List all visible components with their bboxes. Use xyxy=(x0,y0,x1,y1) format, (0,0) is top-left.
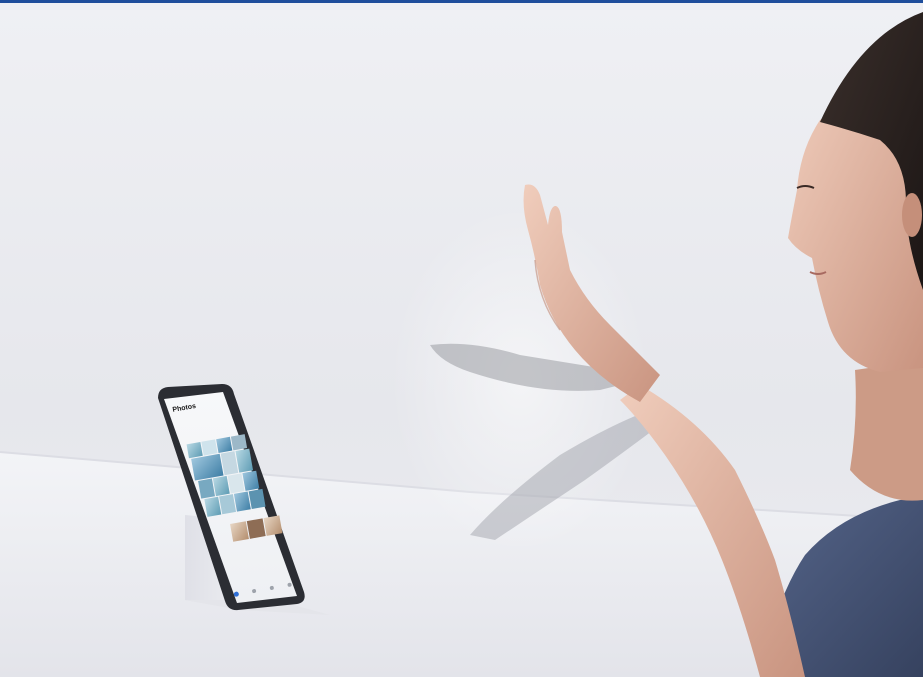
neck xyxy=(850,360,923,501)
image-frame: Photos xyxy=(0,0,923,677)
scene-illustration xyxy=(0,3,923,677)
ear xyxy=(902,193,922,237)
